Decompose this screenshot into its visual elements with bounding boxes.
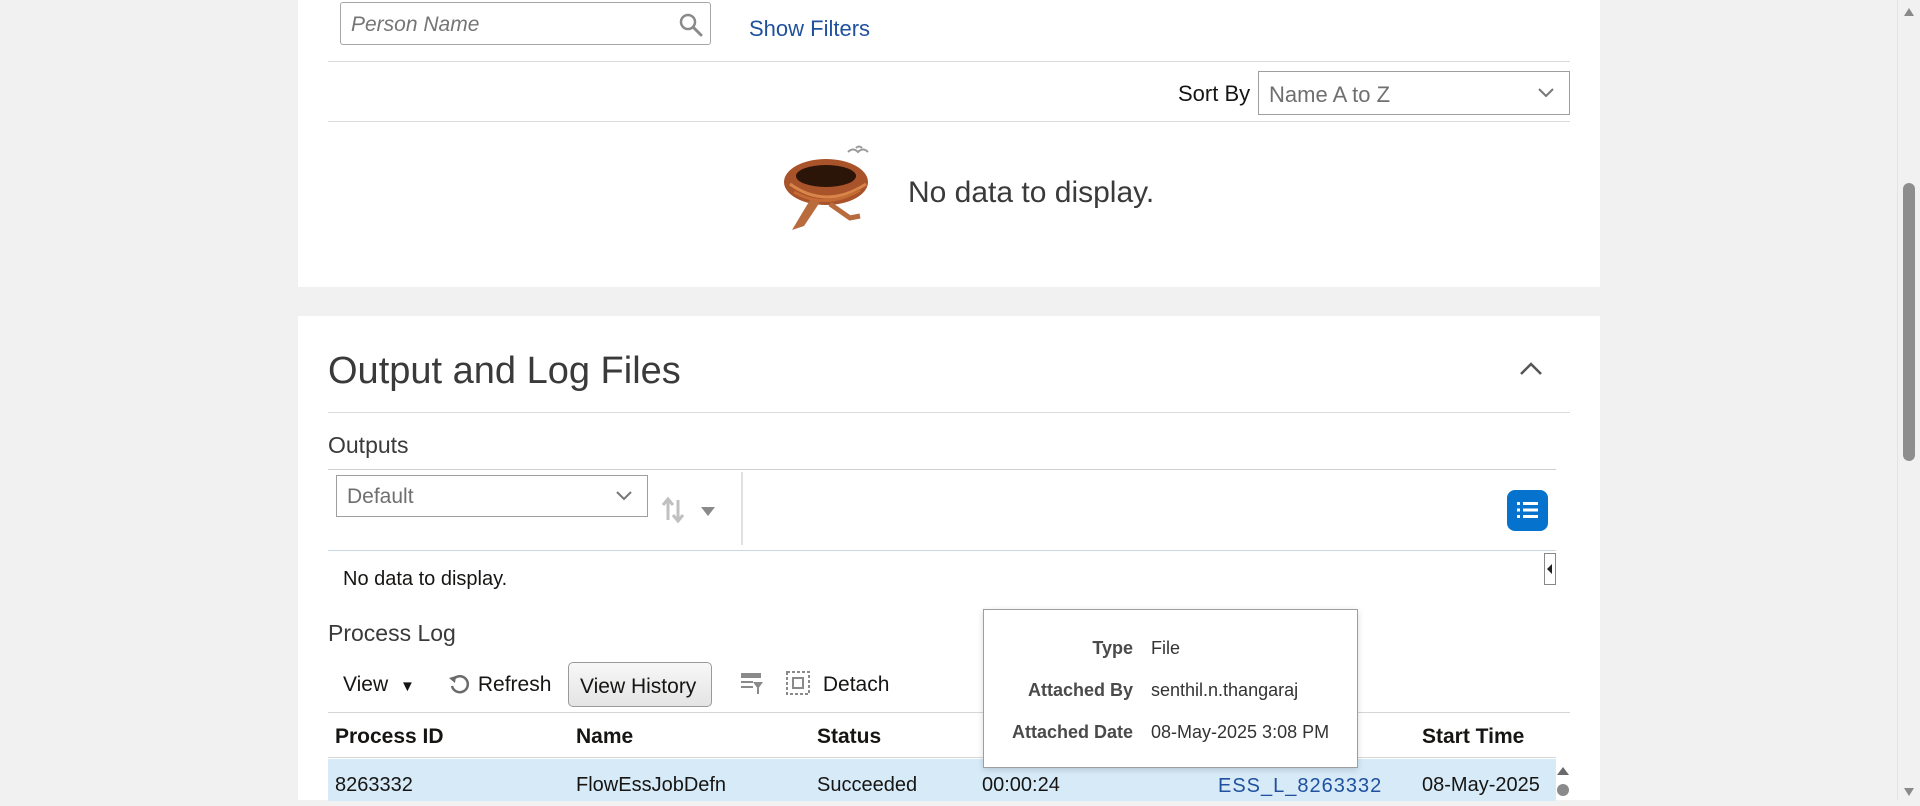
col-process-id[interactable]: Process ID [335,725,444,749]
detach-label: Detach [822,673,890,696]
attached-by-value: senthil.n.thangaraj [1151,680,1299,700]
outputs-empty-message: No data to display. [343,568,508,590]
detach-button[interactable]: Detach [785,670,889,697]
panel-splitter[interactable] [1544,553,1556,585]
type-label: Type [1092,638,1133,658]
output-log-panel: Output and Log Files Outputs Default No … [298,316,1600,801]
outputs-title: Outputs [328,432,409,458]
scroll-thumb[interactable] [1903,183,1915,461]
attached-by-label: Attached By [1027,680,1133,700]
divider [328,61,1570,62]
view-history-label: View History [580,675,697,698]
col-start-time[interactable]: Start Time [1422,725,1524,749]
search-input[interactable] [349,9,653,41]
view-history-button[interactable]: View History [568,662,712,707]
sort-icon[interactable] [660,496,686,524]
table-scrollbar[interactable] [1556,759,1570,801]
scroll-down-icon[interactable] [1903,784,1915,802]
cell-status: Succeeded [817,774,918,796]
refresh-icon [449,675,470,694]
view-menu-label: View [343,673,389,696]
caret-down-icon: ▼ [399,678,415,695]
process-log-title: Process Log [328,620,456,646]
cell-name: FlowEssJobDefn [576,774,727,796]
list-icon [1516,500,1539,525]
scroll-up-icon[interactable] [1903,4,1915,22]
attachment-tooltip: Type File Attached By senthil.n.thangara… [983,609,1358,768]
sort-by-value: Name A to Z [1269,82,1391,107]
table-row[interactable]: 8263332 FlowEssJobDefn Succeeded 00:00:2… [328,759,1556,801]
chevron-down-icon [615,489,633,508]
view-menu[interactable]: View ▼ [343,673,415,697]
cell-duration: 00:00:24 [982,774,1060,796]
cell-log-link[interactable]: ESS_L_8263332 [1218,775,1382,798]
refresh-label: Refresh [477,673,552,696]
window-scrollbar[interactable] [1897,0,1920,800]
search-field[interactable] [340,2,711,45]
toolbar-separator [741,472,743,545]
col-status[interactable]: Status [817,725,881,749]
outputs-view-value: Default [347,485,414,508]
search-icon[interactable] [678,12,704,38]
list-view-button[interactable] [1507,490,1548,531]
divider [328,550,1556,551]
people-panel: Show Filters Sort By Name A to Z No data… [298,0,1600,287]
section-title: Output and Log Files [328,350,681,392]
no-data-message: No data to display. [908,176,1155,209]
divider [328,469,1556,470]
show-filters-link[interactable]: Show Filters [749,16,870,42]
attached-date-value: 08-May-2025 3:08 PM [1151,722,1330,742]
table-header: Process ID Name Status Start Time [328,713,1556,758]
cell-process-id: 8263332 [335,774,413,796]
outputs-view-select[interactable]: Default [336,475,648,517]
type-value: File [1151,638,1181,658]
attached-date-label: Attached Date [1011,722,1133,742]
refresh-button[interactable]: Refresh [448,672,551,697]
process-log-table: Process ID Name Status Start Time 826333… [328,712,1570,801]
caret-down-icon[interactable] [700,504,716,522]
divider [328,412,1570,413]
cell-start-time: 08-May-2025 [1422,774,1540,796]
freeze-columns-icon[interactable] [739,670,765,696]
col-name[interactable]: Name [576,725,633,749]
empty-nest-icon [780,140,878,235]
detach-icon [786,671,810,695]
sort-by-select[interactable]: Name A to Z [1258,71,1570,115]
chevron-down-icon [1537,86,1555,105]
divider [328,121,1570,122]
collapse-icon[interactable] [1518,358,1544,378]
sort-by-label: Sort By [1178,81,1251,106]
